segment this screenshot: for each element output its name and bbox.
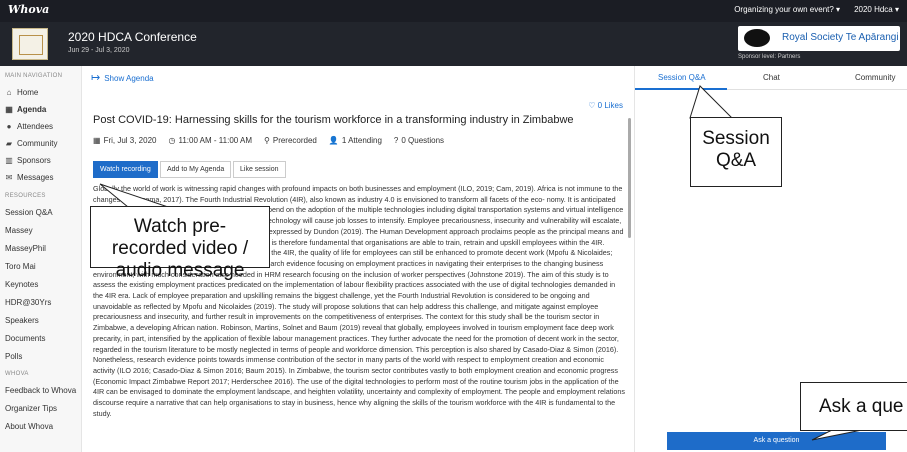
user-check-icon: 👤 [328,136,339,145]
show-agenda-link[interactable]: ↦ Show Agenda [91,71,154,84]
callout-ask-question: Ask a que [800,382,907,431]
sidebar-item-toro-mai[interactable]: Toro Mai [5,262,36,271]
session-type: Prerecorded [272,136,317,145]
likes-counter[interactable]: ♡ 0 Likes [588,101,623,110]
building-icon: ▥ [5,156,13,165]
sidebar-item-feedback[interactable]: Feedback to Whova [5,386,76,395]
sponsor-banner[interactable]: Royal Society Te Apārangi [738,26,900,51]
home-icon: ⌂ [6,88,12,97]
questions-count: 0 Questions [401,136,445,145]
active-tab-indicator [635,88,727,90]
like-session-button[interactable]: Like session [233,161,286,178]
event-dates: Jun 29 - Jul 3, 2020 [68,47,130,54]
sidebar-item-attendees[interactable]: ● Attendees [5,122,53,131]
sidebar-item-about[interactable]: About Whova [5,422,53,431]
attending-count: 1 Attending [341,136,382,145]
comments-icon: ▰ [5,139,13,148]
sponsor-name: Royal Society Te Apārangi [782,32,899,43]
callout-watch-recording: Watch pre-recorded video / audio message [90,206,270,281]
event-title: 2020 HDCA Conference [68,30,197,44]
users-icon: ● [6,122,12,131]
top-bar: Whova Organizing your own event? ▾ 2020 … [0,0,907,22]
sidebar: MAIN NAVIGATION ⌂ Home ▦ Agenda ● Attendees… [0,66,82,452]
conference-logo [12,28,48,60]
sponsor-logo [744,29,770,47]
sidebar-item-polls[interactable]: Polls [5,352,22,361]
add-to-agenda-button[interactable]: Add to My Agenda [160,161,232,178]
sidebar-item-sponsors[interactable]: ▥ Sponsors [5,156,51,165]
sidebar-item-home[interactable]: ⌂ Home [5,88,39,97]
panel-tabs: Session Q&A Chat Community [635,66,907,90]
whova-label: WHOVA [5,371,29,377]
main-navigation-label: MAIN NAVIGATION [5,73,63,79]
session-title: Post COVID-19: Harnessing skills for the… [93,114,574,126]
whova-logo[interactable]: Whova [8,3,49,16]
watch-recording-button[interactable]: Watch recording [93,161,158,178]
tab-community[interactable]: Community [855,73,895,82]
envelope-icon: ✉ [5,173,13,182]
calendar-icon: ▦ [93,136,101,145]
tab-chat[interactable]: Chat [763,73,780,82]
sidebar-item-keynotes[interactable]: Keynotes [5,280,38,289]
question-circle-icon: ? [393,136,399,145]
clock-icon: ◷ [168,136,176,145]
sponsor-level: Sponsor level: Partners [738,54,801,60]
location-pin-icon: ⚲ [264,136,270,145]
callout-session-qa: Session Q&A [690,117,782,187]
sidebar-item-hdr30yrs[interactable]: HDR@30Yrs [5,298,51,307]
top-right-menu: Organizing your own event? ▾ 2020 Hdca ▾ [734,5,899,14]
session-time: 11:00 AM - 11:00 AM [178,136,252,145]
sidebar-item-organizer-tips[interactable]: Organizer Tips [5,404,57,413]
session-date: Fri, Jul 3, 2020 [103,136,157,145]
description-scrollbar[interactable] [628,118,631,238]
sidebar-item-masseyphil[interactable]: MasseyPhil [5,244,46,253]
session-meta: ▦ Fri, Jul 3, 2020 ◷ 11:00 AM - 11:00 AM ⚲… [93,136,444,145]
sidebar-item-community[interactable]: ▰ Community [5,139,58,148]
sidebar-item-agenda[interactable]: ▦ Agenda [5,105,46,114]
event-header: 2020 HDCA Conference Jun 29 - Jul 3, 202… [0,22,907,66]
sidebar-item-massey[interactable]: Massey [5,226,33,235]
calendar-icon: ▦ [5,105,13,114]
sidebar-item-documents[interactable]: Documents [5,334,45,343]
expand-arrow-icon: ↦ [91,72,101,84]
organizing-event-link[interactable]: Organizing your own event? ▾ [734,5,840,14]
sidebar-item-speakers[interactable]: Speakers [5,316,39,325]
heart-icon: ♡ [588,101,596,110]
ask-question-button[interactable]: Ask a question [667,432,886,450]
tab-session-qa[interactable]: Session Q&A [658,73,706,82]
sidebar-item-session-qa[interactable]: Session Q&A [5,208,53,217]
resources-label: RESOURCES [5,193,46,199]
sidebar-item-messages[interactable]: ✉ Messages [5,173,54,182]
event-menu-dropdown[interactable]: 2020 Hdca ▾ [854,5,899,14]
